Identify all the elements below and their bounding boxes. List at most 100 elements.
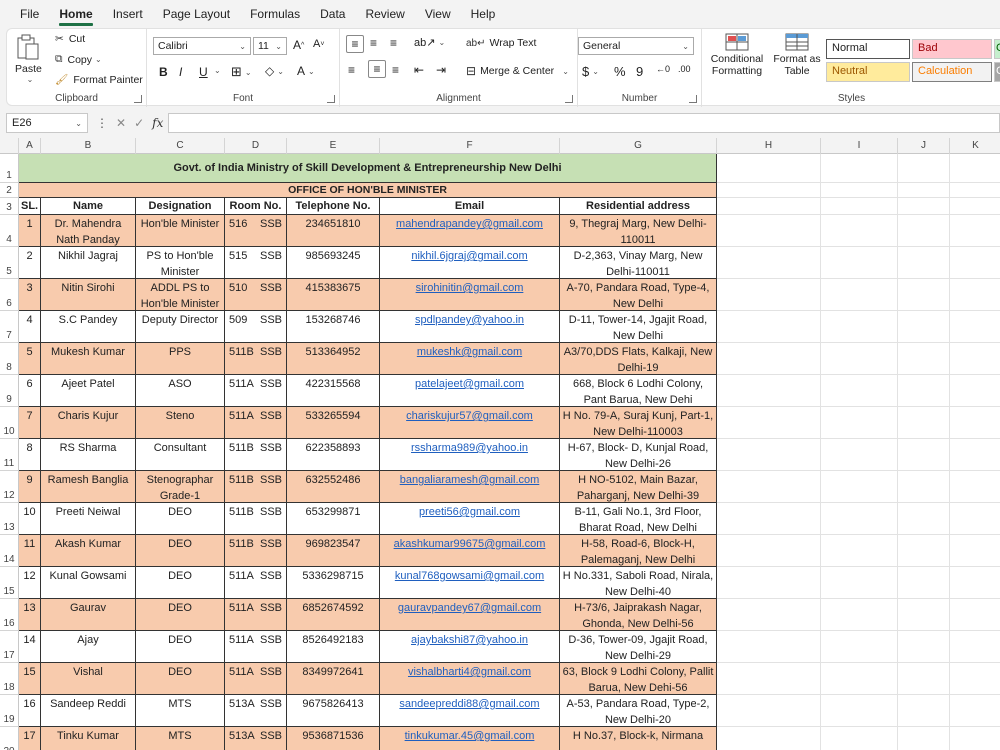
cell-room[interactable]: 511B SSB bbox=[225, 439, 287, 471]
cell-room[interactable]: 509 SSB bbox=[225, 311, 287, 343]
cell-room[interactable]: 516 SSB bbox=[225, 215, 287, 247]
format-painter-button[interactable]: 🖌 Format Painter bbox=[55, 73, 143, 87]
font-size-select[interactable]: 11 ⌄ bbox=[253, 37, 287, 55]
menu-formulas[interactable]: Formulas bbox=[240, 0, 310, 28]
empty-cell[interactable] bbox=[717, 247, 821, 279]
cell-email[interactable]: chariskujur57@gmail.com bbox=[380, 407, 560, 439]
empty-cell[interactable] bbox=[950, 375, 1000, 407]
cell-room[interactable]: 511B SSB bbox=[225, 343, 287, 375]
row-header-17[interactable]: 17 bbox=[0, 631, 19, 663]
empty-cell[interactable] bbox=[898, 567, 950, 599]
font-color-icon[interactable]: A ⌄ bbox=[297, 64, 315, 78]
cell-designation[interactable]: PPS bbox=[136, 343, 225, 375]
empty-cell[interactable] bbox=[821, 215, 898, 247]
style-neutral[interactable]: Neutral bbox=[826, 62, 910, 82]
empty-cell[interactable] bbox=[898, 311, 950, 343]
empty-cell[interactable] bbox=[950, 279, 1000, 311]
cell-email[interactable]: mahendrapandey@gmail.com bbox=[380, 215, 560, 247]
cell-designation[interactable]: DEO bbox=[136, 599, 225, 631]
menu-page-layout[interactable]: Page Layout bbox=[153, 0, 240, 28]
style-normal[interactable]: Normal bbox=[826, 39, 910, 59]
empty-cell[interactable] bbox=[950, 695, 1000, 727]
empty-cell[interactable] bbox=[898, 503, 950, 535]
cell-sl[interactable]: 2 bbox=[19, 247, 41, 279]
cell-name[interactable]: Charis Kujur bbox=[41, 407, 136, 439]
empty-cell[interactable] bbox=[950, 311, 1000, 343]
cell-sl[interactable]: 12 bbox=[19, 567, 41, 599]
cell-email[interactable]: akashkumar99675@gmail.com bbox=[380, 535, 560, 567]
empty-cell[interactable] bbox=[821, 663, 898, 695]
menu-home[interactable]: Home bbox=[49, 0, 102, 28]
row-header-9[interactable]: 9 bbox=[0, 375, 19, 407]
empty-cell[interactable] bbox=[821, 631, 898, 663]
cell-sl[interactable]: 3 bbox=[19, 279, 41, 311]
cell-name[interactable]: Preeti Neiwal bbox=[41, 503, 136, 535]
email-link[interactable]: vishalbharti4@gmail.com bbox=[408, 666, 531, 678]
empty-cell[interactable] bbox=[950, 599, 1000, 631]
copy-button[interactable]: ⧉ Copy ⌄ bbox=[55, 53, 102, 66]
row-header-8[interactable]: 8 bbox=[0, 343, 19, 375]
empty-cell[interactable] bbox=[717, 198, 821, 215]
cell-name[interactable]: Sandeep Reddi bbox=[41, 695, 136, 727]
cell-room[interactable]: 513A SSB bbox=[225, 727, 287, 750]
empty-cell[interactable] bbox=[717, 407, 821, 439]
empty-cell[interactable] bbox=[717, 599, 821, 631]
cell-designation[interactable]: Steno bbox=[136, 407, 225, 439]
empty-cell[interactable] bbox=[898, 154, 950, 183]
currency-icon[interactable]: $ ⌄ bbox=[582, 64, 599, 79]
cell-telephone[interactable]: 8526492183 bbox=[287, 631, 380, 663]
cell-address[interactable]: H-58, Road-6, Block-H, Palemaganj, New D… bbox=[560, 535, 717, 567]
empty-cell[interactable] bbox=[821, 567, 898, 599]
cell-telephone[interactable]: 422315568 bbox=[287, 375, 380, 407]
cell-name[interactable]: Akash Kumar bbox=[41, 535, 136, 567]
empty-cell[interactable] bbox=[950, 198, 1000, 215]
cell-address[interactable]: A-70, Pandara Road, Type-4, New Delhi bbox=[560, 279, 717, 311]
cell-telephone[interactable]: 9675826413 bbox=[287, 695, 380, 727]
header-sl[interactable]: SL. bbox=[19, 198, 41, 215]
empty-cell[interactable] bbox=[717, 183, 821, 198]
cell-email[interactable]: mukeshk@gmail.com bbox=[380, 343, 560, 375]
cell-sl[interactable]: 10 bbox=[19, 503, 41, 535]
menu-view[interactable]: View bbox=[415, 0, 461, 28]
email-link[interactable]: mahendrapandey@gmail.com bbox=[396, 218, 543, 230]
cell-name[interactable]: RS Sharma bbox=[41, 439, 136, 471]
cell-designation[interactable]: MTS bbox=[136, 695, 225, 727]
cell-telephone[interactable]: 415383675 bbox=[287, 279, 380, 311]
column-header-c[interactable]: C bbox=[136, 138, 225, 154]
decrease-decimal-icon[interactable]: .00 bbox=[678, 64, 691, 74]
email-link[interactable]: preeti56@gmail.com bbox=[419, 506, 520, 518]
number-launcher-icon[interactable] bbox=[689, 95, 697, 103]
empty-cell[interactable] bbox=[898, 375, 950, 407]
select-all-corner[interactable] bbox=[0, 138, 19, 154]
email-link[interactable]: patelajeet@gmail.com bbox=[415, 378, 524, 390]
row-header-7[interactable]: 7 bbox=[0, 311, 19, 343]
cell-room[interactable]: 511A SSB bbox=[225, 599, 287, 631]
row-header-20[interactable]: 20 bbox=[0, 727, 19, 750]
orientation-icon[interactable]: ab↗ ⌄ bbox=[414, 36, 445, 49]
empty-cell[interactable] bbox=[717, 471, 821, 503]
style-calculation[interactable]: Calculation bbox=[912, 62, 992, 82]
cell-room[interactable]: 511B SSB bbox=[225, 471, 287, 503]
cell-address[interactable]: H-73/6, Jaiprakash Nagar, Ghonda, New De… bbox=[560, 599, 717, 631]
row-header-11[interactable]: 11 bbox=[0, 439, 19, 471]
cell-room[interactable]: 511A SSB bbox=[225, 375, 287, 407]
cell-name[interactable]: Gaurav bbox=[41, 599, 136, 631]
name-box[interactable]: E26 ⌄ bbox=[6, 113, 88, 133]
cell-designation[interactable]: Hon'ble Minister bbox=[136, 215, 225, 247]
cell-telephone[interactable]: 653299871 bbox=[287, 503, 380, 535]
cell-sl[interactable]: 1 bbox=[19, 215, 41, 247]
insert-function-icon[interactable]: fx bbox=[152, 116, 163, 130]
empty-cell[interactable] bbox=[717, 154, 821, 183]
empty-cell[interactable] bbox=[950, 407, 1000, 439]
cell-address[interactable]: D-36, Tower-09, Jgajit Road, New Delhi-2… bbox=[560, 631, 717, 663]
cell-email[interactable]: gauravpandey67@gmail.com bbox=[380, 599, 560, 631]
style-good[interactable]: G bbox=[994, 39, 1000, 59]
empty-cell[interactable] bbox=[717, 567, 821, 599]
empty-cell[interactable] bbox=[717, 439, 821, 471]
cell-designation[interactable]: MTS bbox=[136, 727, 225, 750]
menu-file[interactable]: File bbox=[10, 0, 49, 28]
empty-cell[interactable] bbox=[950, 535, 1000, 567]
cell-sl[interactable]: 15 bbox=[19, 663, 41, 695]
empty-cell[interactable] bbox=[821, 471, 898, 503]
more-options-icon[interactable]: ⋮ bbox=[96, 116, 108, 130]
